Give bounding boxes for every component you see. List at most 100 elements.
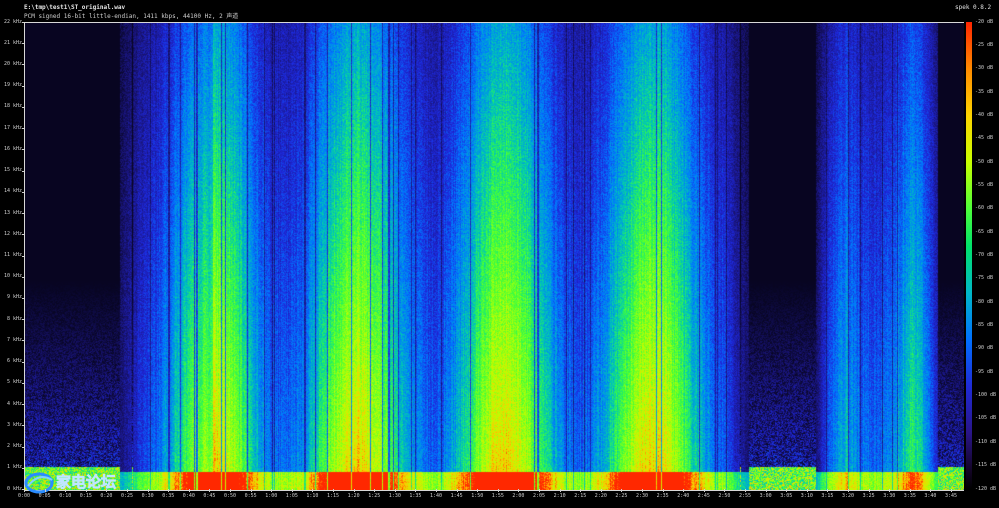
time-tick-mark — [353, 489, 355, 492]
frequency-tick-mark — [22, 64, 24, 66]
time-tick-mark — [271, 489, 273, 492]
time-tick-label: 0:00 — [18, 493, 31, 499]
db-tick-label: -120 dB — [975, 485, 997, 492]
time-tick-label: 2:00 — [512, 493, 525, 499]
time-tick-mark — [662, 489, 664, 492]
frequency-tick-label: 4 kHz — [6, 400, 22, 407]
frequency-tick-mark — [22, 213, 24, 215]
db-tick-label: -20 dB — [975, 18, 994, 25]
time-tick-mark — [559, 489, 561, 492]
db-tick-label: -45 dB — [975, 135, 994, 142]
frequency-tick-label: 1 kHz — [6, 464, 22, 471]
time-tick-label: 0:55 — [244, 493, 257, 499]
time-tick-label: 1:00 — [265, 493, 278, 499]
time-tick-mark — [930, 489, 932, 492]
db-tick-label: -75 dB — [975, 275, 994, 282]
time-tick-label: 0:15 — [79, 493, 92, 499]
time-tick-mark — [868, 489, 870, 492]
frequency-tick-label: 17 kHz — [4, 124, 23, 131]
frequency-tick-label: 8 kHz — [6, 315, 22, 322]
time-tick-mark — [85, 489, 87, 492]
time-tick-label: 2:50 — [718, 493, 731, 499]
frequency-tick-label: 3 kHz — [6, 421, 22, 428]
time-tick-mark — [580, 489, 582, 492]
time-tick-mark — [477, 489, 479, 492]
time-tick-label: 3:30 — [883, 493, 896, 499]
db-tick-label: -95 dB — [975, 368, 994, 375]
frequency-tick-mark — [22, 85, 24, 87]
time-tick-label: 1:30 — [388, 493, 401, 499]
frequency-tick-mark — [22, 22, 24, 23]
time-tick-label: 3:35 — [903, 493, 916, 499]
time-tick-mark — [765, 489, 767, 492]
time-tick-mark — [683, 489, 685, 492]
time-tick-mark — [827, 489, 829, 492]
time-tick-mark — [456, 489, 458, 492]
frequency-tick-mark — [22, 382, 24, 384]
time-tick-mark — [703, 489, 705, 492]
db-tick-label: -80 dB — [975, 298, 994, 305]
time-tick-mark — [374, 489, 376, 492]
frequency-tick-label: 0 kHz — [6, 485, 22, 492]
frequency-tick-mark — [22, 467, 24, 469]
time-tick-label: 0:20 — [100, 493, 113, 499]
frequency-tick-label: 18 kHz — [4, 103, 23, 110]
db-tick-label: -60 dB — [975, 205, 994, 212]
frequency-tick-mark — [22, 255, 24, 257]
time-tick-mark — [909, 489, 911, 492]
time-tick-label: 3:40 — [924, 493, 937, 499]
frequency-tick-label: 16 kHz — [4, 145, 23, 152]
time-tick-label: 0:05 — [38, 493, 51, 499]
time-tick-label: 1:20 — [347, 493, 360, 499]
time-tick-mark — [621, 489, 623, 492]
time-tick-mark — [806, 489, 808, 492]
frequency-tick-label: 7 kHz — [6, 336, 22, 343]
time-tick-mark — [951, 489, 952, 492]
frequency-tick-mark — [22, 149, 24, 151]
time-tick-label: 3:05 — [780, 493, 793, 499]
time-tick-mark — [539, 489, 540, 492]
frequency-tick-mark — [22, 128, 24, 130]
db-tick-label: -100 dB — [975, 392, 997, 399]
frequency-tick-label: 20 kHz — [4, 60, 23, 67]
time-tick-mark — [786, 489, 788, 492]
spectrogram-canvas — [25, 23, 964, 490]
time-tick-label: 3:20 — [842, 493, 855, 499]
frequency-tick-mark — [22, 446, 24, 448]
frequency-tick-label: 9 kHz — [6, 294, 22, 301]
frequency-tick-label: 21 kHz — [4, 39, 23, 46]
frequency-tick-label: 11 kHz — [4, 252, 23, 258]
app-name: spek 0.8.2 — [955, 4, 992, 11]
frequency-tick-label: 12 kHz — [4, 230, 23, 237]
time-tick-mark — [889, 489, 891, 492]
time-tick-label: 1:45 — [450, 493, 463, 499]
time-tick-label: 2:45 — [697, 493, 710, 499]
db-tick-label: -105 dB — [975, 415, 997, 422]
time-tick-mark — [312, 489, 314, 492]
time-tick-mark — [188, 489, 190, 492]
frequency-tick-label: 13 kHz — [4, 209, 23, 216]
frequency-tick-label: 19 kHz — [4, 82, 23, 89]
time-tick-mark — [745, 489, 746, 492]
time-tick-mark — [642, 489, 643, 492]
frequency-tick-mark — [22, 170, 24, 172]
time-tick-label: 0:10 — [59, 493, 72, 499]
time-tick-mark — [497, 489, 499, 492]
frequency-tick-mark — [22, 297, 24, 299]
time-tick-label: 0:25 — [121, 493, 134, 499]
time-tick-label: 0:45 — [203, 493, 216, 499]
time-tick-label: 2:20 — [594, 493, 607, 499]
time-tick-label: 3:25 — [862, 493, 875, 499]
time-tick-mark — [230, 489, 231, 492]
frequency-tick-mark — [22, 276, 24, 278]
forum-logo-icon: 家电论坛 — [24, 472, 116, 494]
time-tick-mark — [333, 489, 334, 492]
frequency-tick-mark — [22, 425, 24, 427]
time-tick-label: 3:00 — [759, 493, 772, 499]
time-tick-mark — [65, 489, 67, 492]
time-tick-label: 0:35 — [162, 493, 175, 499]
spectrogram-plot — [24, 22, 964, 491]
time-tick-label: 2:10 — [553, 493, 566, 499]
db-color-scale — [966, 22, 972, 489]
frequency-tick-mark — [22, 191, 24, 193]
